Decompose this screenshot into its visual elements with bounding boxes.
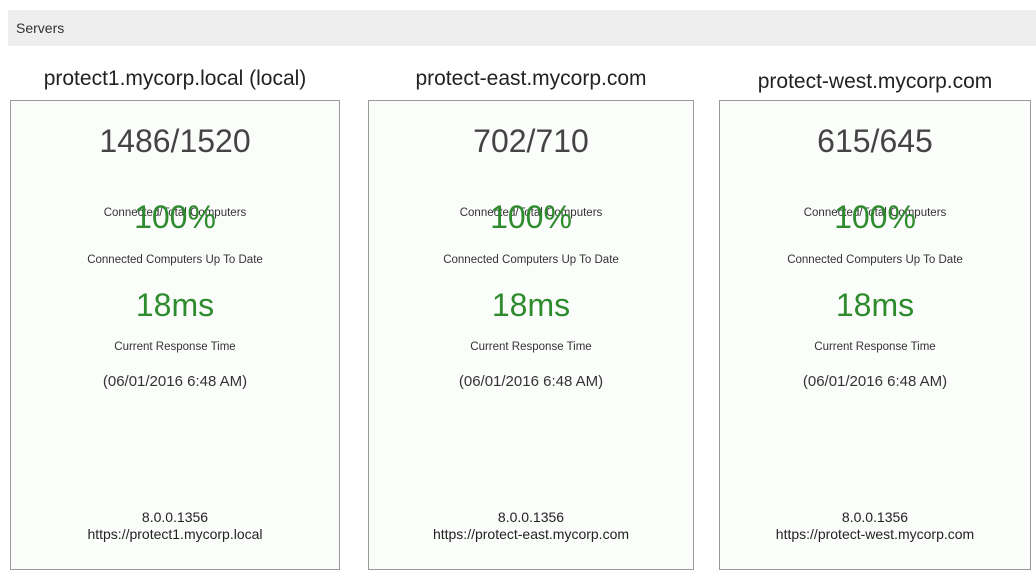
server-url: https://protect-west.mycorp.com [775, 526, 975, 542]
response-time-value: 18ms [135, 287, 215, 323]
server-name: protect1.mycorp.local (local) [43, 67, 307, 90]
servers-panel-header: Servers [8, 10, 1036, 46]
connected-total-value: 1486/1520 [99, 123, 251, 159]
server-card[interactable]: 702/710 Connected/Total Computers 100% C… [368, 100, 694, 570]
response-time-value: 18ms [835, 287, 915, 323]
up-to-date-label: Connected Computers Up To Date [787, 254, 963, 266]
server-name: protect-east.mycorp.com [415, 67, 647, 90]
server-version: 8.0.0.1356 [141, 509, 209, 525]
server-url: https://protect1.mycorp.local [87, 526, 263, 542]
response-time-label: Current Response Time [814, 341, 936, 353]
connected-total-value: 615/645 [817, 123, 933, 159]
server-version: 8.0.0.1356 [841, 509, 909, 525]
up-to-date-value: 100% [834, 199, 916, 235]
server-card[interactable]: 615/645 Connected/Total Computers 100% C… [719, 100, 1031, 570]
response-time-label: Current Response Time [114, 341, 236, 353]
response-timestamp: (06/01/2016 6:48 AM) [458, 373, 604, 390]
server-card[interactable]: 1486/1520 Connected/Total Computers 100%… [10, 100, 340, 570]
response-timestamp: (06/01/2016 6:48 AM) [102, 373, 248, 390]
response-time-value: 18ms [491, 287, 571, 323]
up-to-date-value: 100% [490, 199, 572, 235]
up-to-date-label: Connected Computers Up To Date [87, 254, 263, 266]
server-name: protect-west.mycorp.com [757, 70, 993, 93]
response-time-label: Current Response Time [470, 341, 592, 353]
up-to-date-label: Connected Computers Up To Date [443, 254, 619, 266]
server-url: https://protect-east.mycorp.com [432, 526, 630, 542]
response-timestamp: (06/01/2016 6:48 AM) [802, 373, 948, 390]
up-to-date-value: 100% [134, 199, 216, 235]
server-version: 8.0.0.1356 [497, 509, 565, 525]
connected-total-value: 702/710 [473, 123, 589, 159]
panel-title: Servers [16, 20, 65, 36]
